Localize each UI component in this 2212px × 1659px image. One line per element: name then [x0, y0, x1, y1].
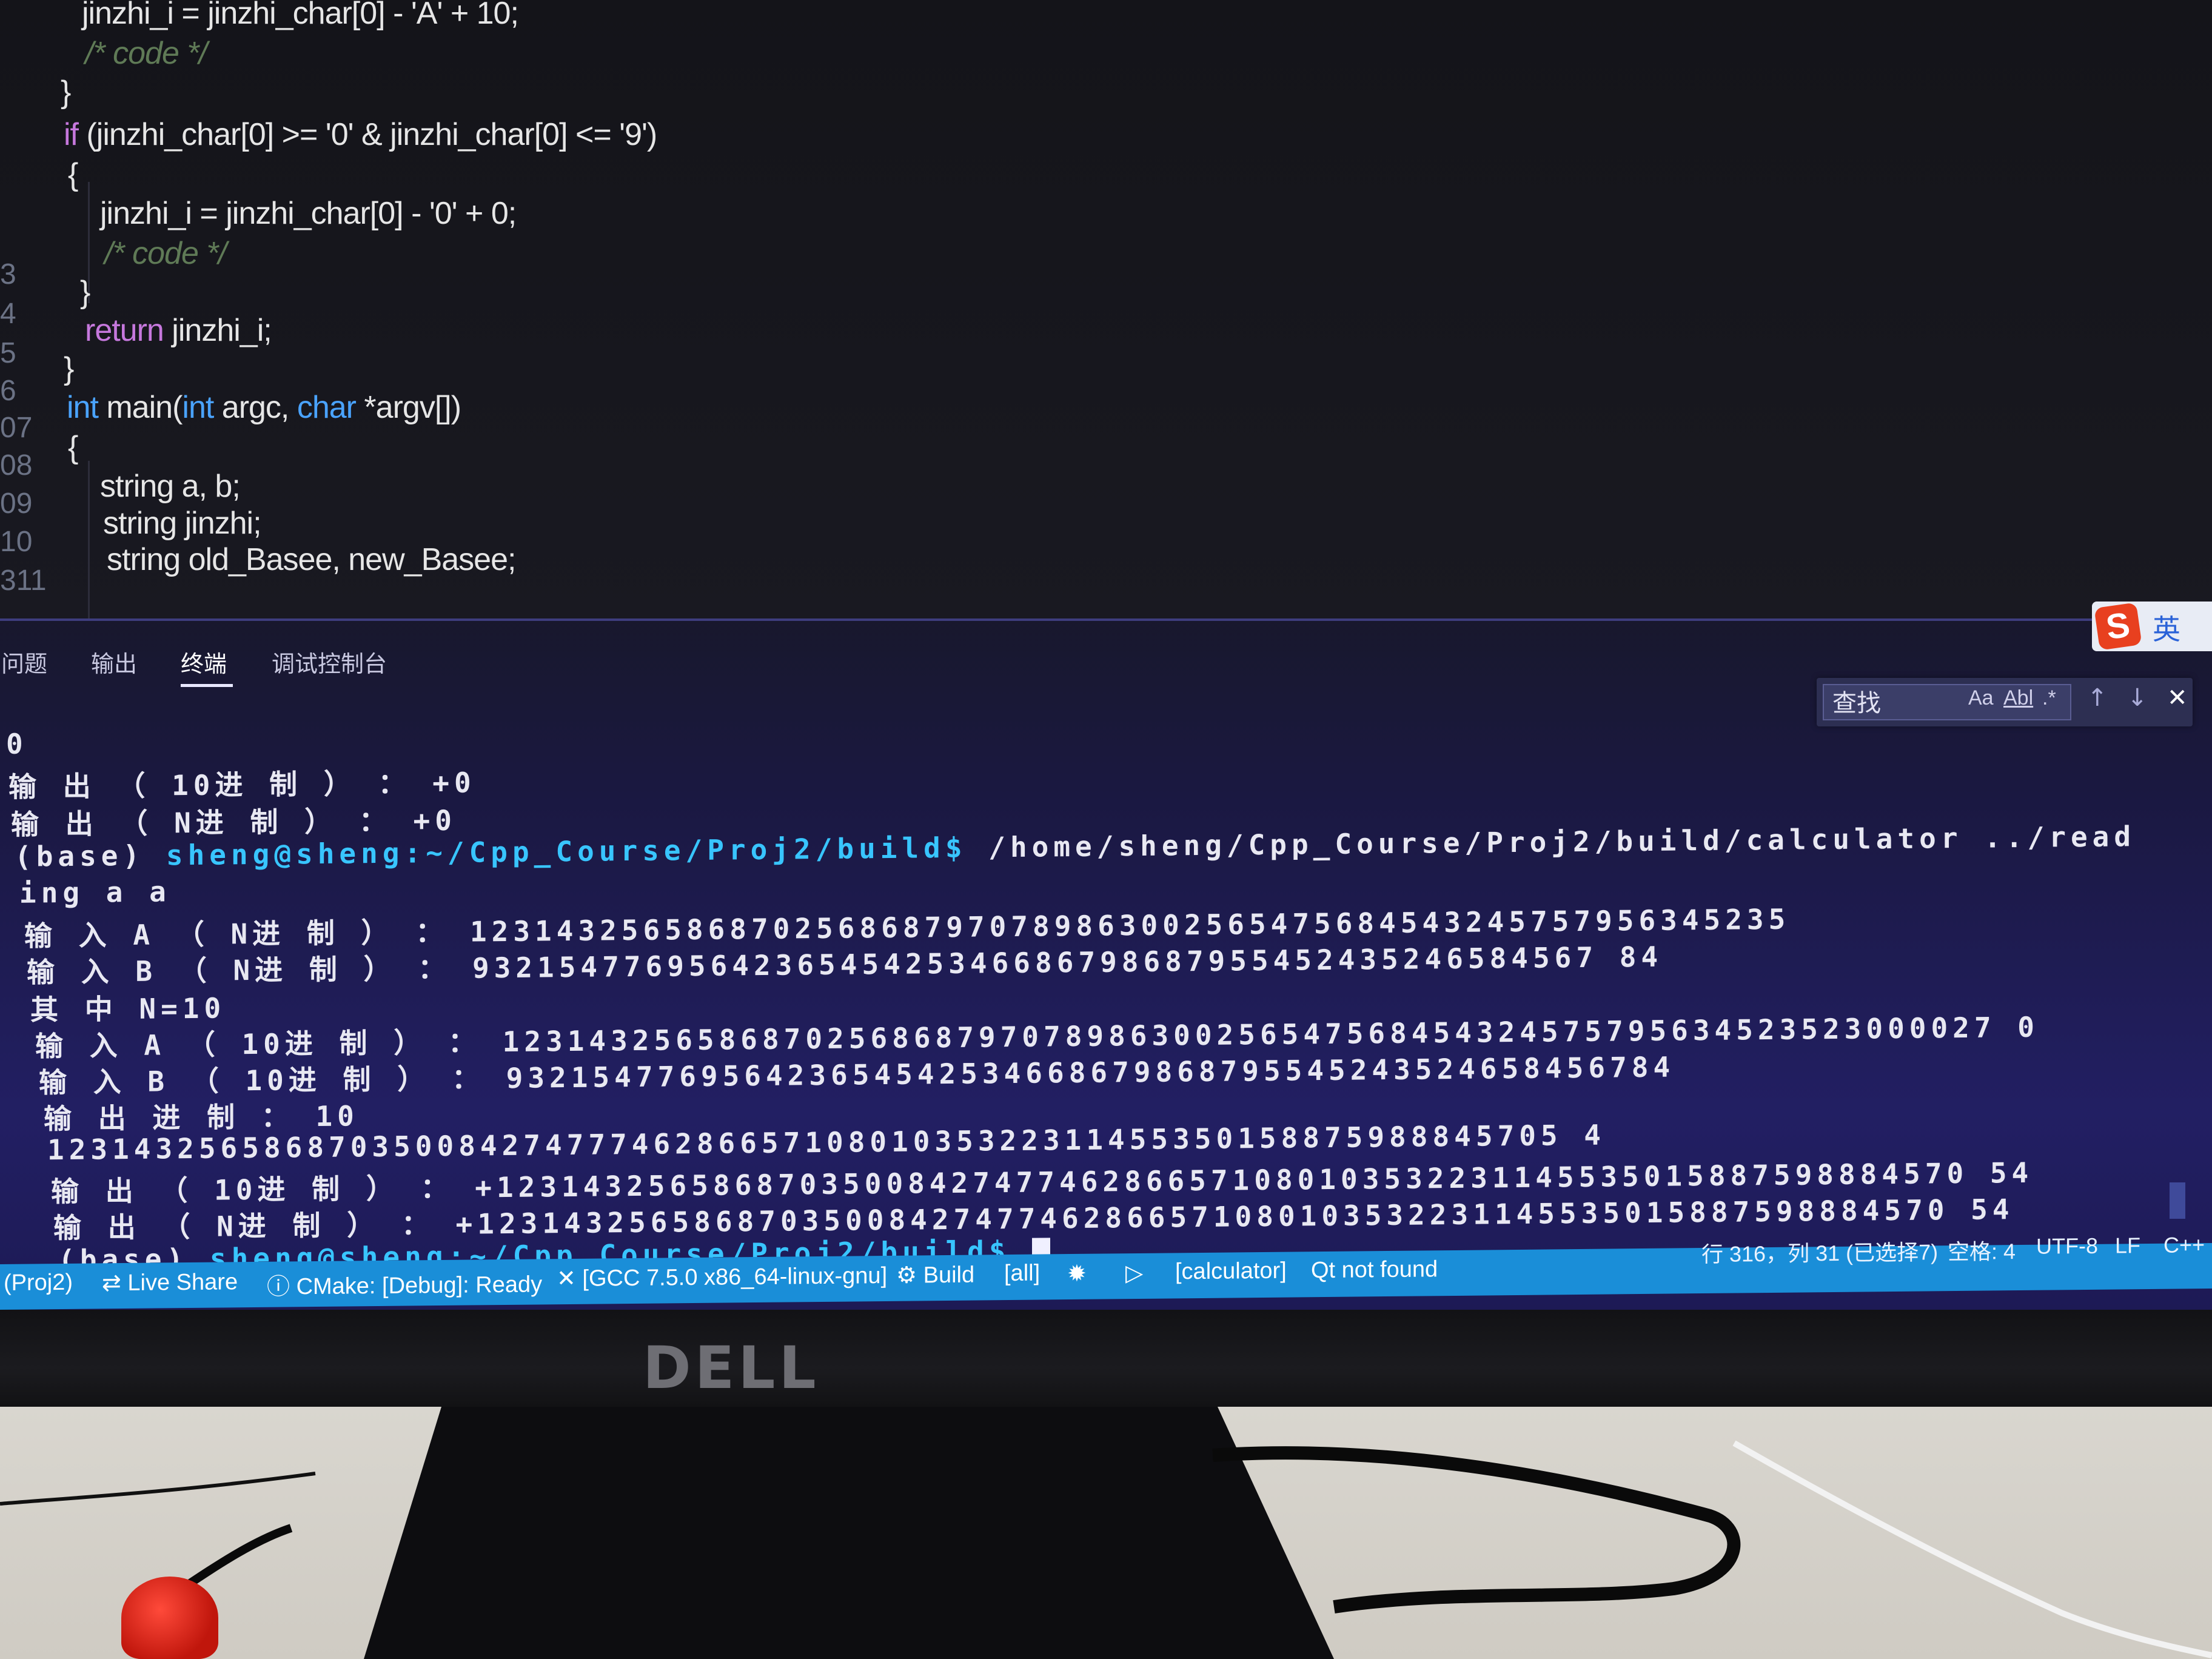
- run-play-icon[interactable]: ▷: [1125, 1259, 1143, 1287]
- tab-problems[interactable]: 问题: [1, 645, 47, 679]
- type-char: char: [297, 390, 357, 425]
- debug-bug-icon[interactable]: ✹: [1067, 1260, 1087, 1287]
- code-text: main(: [98, 390, 183, 425]
- code-line: string old_Basee, new_Basee;: [107, 542, 516, 577]
- wrench-icon: ✕: [557, 1265, 583, 1292]
- code-editor[interactable]: 3 4 5 6 07 08 09 10 311 jinzhi_i = jinzh…: [0, 0, 2212, 618]
- monitor-screen: 3 4 5 6 07 08 09 10 311 jinzhi_i = jinzh…: [0, 0, 2212, 1310]
- kit-label: [GCC 7.5.0 x86_64-linux-gnu]: [582, 1262, 888, 1292]
- line-number: 3: [0, 258, 16, 290]
- terminal-scrollbar[interactable]: [2170, 1182, 2185, 1219]
- code-line: jinzhi_i = jinzhi_char[0] - 'A' + 10;: [82, 0, 519, 31]
- monitor-bezel: [0, 1310, 2212, 1407]
- status-indentation[interactable]: 空格: 4: [1948, 1234, 2016, 1266]
- code-line: jinzhi_i = jinzhi_char[0] - '0' + 0;: [100, 196, 517, 231]
- ime-mode-label: 英: [2153, 613, 2180, 646]
- red-connector: [121, 1577, 218, 1659]
- status-launch-target[interactable]: [calculator]: [1175, 1258, 1287, 1285]
- code-line: }: [64, 351, 74, 386]
- black-wire: [179, 1524, 293, 1592]
- status-cursor-position[interactable]: 行 316，列 31 (已选择7): [1701, 1235, 1938, 1269]
- code-line: string jinzhi;: [103, 506, 262, 541]
- line-number: 10: [0, 526, 33, 558]
- type-int: int: [182, 390, 214, 425]
- status-encoding[interactable]: UTF-8: [2036, 1233, 2098, 1259]
- info-icon: ⓘ: [267, 1274, 297, 1300]
- status-eol[interactable]: LF: [2115, 1233, 2140, 1258]
- line-number: 6: [0, 375, 16, 407]
- terminal-line: 其 中 N=10: [30, 991, 226, 1027]
- code-text: argc,: [213, 390, 297, 425]
- power-cable: [1212, 1446, 1741, 1614]
- line-number: 5: [0, 337, 16, 369]
- line-number: 07: [0, 412, 33, 444]
- indent-guide: [88, 461, 90, 618]
- terminal-command: /home/sheng/Cpp_Course/Proj2/build/calcu…: [967, 820, 2136, 864]
- status-kit[interactable]: ✕ [GCC 7.5.0 x86_64-linux-gnu]: [557, 1262, 887, 1292]
- gear-icon: ⚙: [896, 1262, 923, 1289]
- status-live-share[interactable]: ⇄ Live Share: [102, 1268, 238, 1296]
- white-cable: [1732, 1440, 2212, 1658]
- tab-output[interactable]: 输出: [91, 645, 137, 679]
- active-tab-indicator: [181, 684, 233, 687]
- status-qt[interactable]: Qt not found: [1311, 1256, 1438, 1284]
- status-language[interactable]: C++: [2163, 1232, 2205, 1258]
- line-number: 09: [0, 488, 33, 520]
- code-line: }: [80, 275, 90, 310]
- live-share-label: Live Share: [127, 1269, 238, 1296]
- prompt-path: :~/Cpp_Course/Proj2/build$: [404, 831, 967, 870]
- cmake-label: CMake: [Debug]: Ready: [296, 1272, 543, 1300]
- status-target[interactable]: [all]: [1004, 1261, 1040, 1287]
- line-number: 4: [0, 298, 16, 330]
- status-project[interactable]: (Proj2): [4, 1270, 73, 1296]
- code-line: {: [68, 157, 78, 192]
- keyword-if: if: [64, 117, 79, 152]
- prompt-user: sheng@sheng: [166, 836, 404, 872]
- dell-logo: DELL: [643, 1334, 820, 1402]
- live-share-icon: ⇄: [102, 1270, 128, 1296]
- tab-debug-console[interactable]: 调试控制台: [272, 645, 387, 679]
- keyword-return: return: [85, 313, 164, 348]
- type-int: int: [67, 390, 99, 425]
- code-comment: /* code */: [85, 36, 207, 71]
- tab-terminal[interactable]: 终端: [181, 645, 227, 679]
- status-cmake[interactable]: ⓘ CMake: [Debug]: Ready: [267, 1265, 542, 1301]
- code-comment: /* code */: [104, 236, 227, 271]
- code-line: return jinzhi_i;: [85, 312, 272, 349]
- code-line: {: [68, 430, 78, 465]
- code-text: (jinzhi_char[0] >= '0' & jinzhi_char[0] …: [78, 117, 657, 152]
- line-number: 311: [0, 565, 47, 597]
- code-line: if (jinzhi_char[0] >= '0' & jinzhi_char[…: [64, 116, 657, 153]
- conda-env: (base): [15, 839, 145, 873]
- status-build[interactable]: ⚙ Build: [896, 1261, 974, 1289]
- terminal-line: 0: [6, 727, 28, 760]
- code-text: jinzhi_i;: [163, 313, 272, 348]
- terminal-line: ing a a: [19, 875, 171, 910]
- ime-indicator[interactable]: S 英: [2092, 602, 2212, 651]
- line-number: 08: [0, 449, 33, 481]
- panel-sash[interactable]: [0, 618, 2212, 621]
- thin-wire: [0, 1472, 316, 1506]
- code-line: int main(int argc, char *argv[]): [67, 389, 461, 426]
- code-line: }: [61, 75, 71, 110]
- terminal[interactable]: 0 输 出 （ 10进 制 ） ： +0 输 出 （ N进 制 ） ： +0 (…: [0, 700, 2183, 1277]
- cables: [0, 1440, 2212, 1658]
- code-line: string a, b;: [100, 469, 241, 504]
- sogou-logo-icon: S: [2094, 602, 2142, 651]
- line-number-gutter: 3 4 5 6 07 08 09 10 311: [0, 0, 49, 618]
- code-text: *argv[]): [355, 390, 461, 425]
- build-label: Build: [923, 1262, 975, 1289]
